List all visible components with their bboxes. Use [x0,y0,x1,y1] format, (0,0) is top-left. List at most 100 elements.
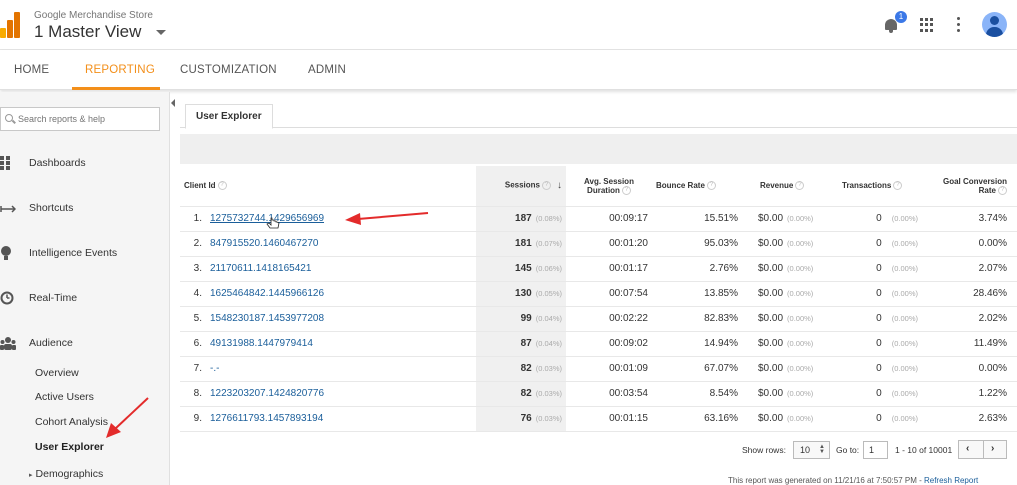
revenue-percent: (0.00%) [787,289,814,298]
goal-conversion-rate-cell: 11.49% [922,330,1017,356]
help-icon[interactable]: ? [998,185,1007,195]
bounce-rate-cell: 15.51% [652,205,742,231]
tab-admin[interactable]: ADMIN [308,64,346,76]
revenue-cell: $0.00 (0.00%) [742,405,822,432]
help-icon[interactable]: ? [893,181,903,191]
row-number: 5. [180,305,206,331]
avg-session-duration-cell: 00:01:09 [566,355,652,381]
transactions-value: 0 [876,238,882,249]
view-selector[interactable]: 1 Master View [34,22,141,42]
client-id-link[interactable]: 1276611793.1457893194 [210,413,323,424]
client-id-cell: 1223203207.1424820776 [206,380,476,406]
column-header-sessions[interactable]: Sessions? ↓ [476,166,566,206]
client-id-link[interactable]: 1275732744.1429656969 [210,213,324,224]
column-header-goal-conversion-rate[interactable]: Goal Conversion Rate? [922,166,1017,206]
goto-page-input[interactable]: 1 [863,441,888,459]
notification-count-badge[interactable]: 1 [895,11,907,23]
column-header-avg-session-duration[interactable]: Avg. Session Duration? [566,166,652,206]
sidebar-item-label: Dashboards [29,157,86,169]
sessions-cell: 130 (0.05%) [476,280,566,306]
revenue-cell: $0.00 (0.00%) [742,255,822,281]
goal-conversion-rate-cell: 2.63% [922,405,1017,432]
sessions-value: 145 [515,263,532,274]
revenue-cell: $0.00 (0.00%) [742,305,822,331]
view-dropdown-caret-icon[interactable] [156,30,166,35]
next-page-icon[interactable]: › [991,443,994,454]
pagination-range: 1 - 10 of 10001 [895,445,953,455]
apps-grid-icon[interactable] [920,18,934,32]
transactions-cell: 0 (0.00%) [822,205,922,231]
bounce-rate-cell: 63.16% [652,405,742,432]
transactions-cell: 0 (0.00%) [822,255,922,281]
client-id-cell: 49131988.1447979414 [206,330,476,356]
table-row: 5. 1548230187.1453977208 99 (0.04%) 00:02:22… [180,305,1017,331]
dashboards-grid-icon [0,156,10,170]
sidebar-item-audience[interactable]: Audience [0,334,170,354]
column-header-revenue[interactable]: Revenue? [742,166,822,206]
sessions-value: 130 [515,288,532,299]
lightbulb-icon [1,246,11,260]
sidebar-subitem-demographics[interactable]: ▸ Demographics [29,468,103,480]
sidebar-item-dashboards[interactable]: Dashboards [0,154,170,174]
client-id-link[interactable]: 21170611.1418165421 [210,263,311,274]
sidebar-item-shortcuts[interactable]: Shortcuts [0,199,170,219]
sidebar-subitem-cohort-analysis[interactable]: Cohort Analysis [35,416,108,428]
row-number: 6. [180,330,206,356]
column-header-bounce-rate[interactable]: Bounce Rate? [652,166,742,206]
client-id-link[interactable]: 1625464842.1445966126 [210,288,324,299]
help-icon[interactable]: ? [795,181,805,191]
avg-session-duration-cell: 00:01:15 [566,405,652,432]
previous-page-icon[interactable]: ‹ [966,443,969,454]
collapse-sidebar-icon[interactable] [171,99,175,107]
revenue-value: $0.00 [758,288,784,299]
avg-session-duration-cell: 00:01:17 [566,255,652,281]
sessions-percent: (0.03%) [535,389,562,398]
client-id-cell: 847915520.1460467270 [206,230,476,256]
more-options-icon[interactable] [957,17,961,33]
tab-user-explorer[interactable]: User Explorer [185,104,273,129]
help-icon[interactable]: ? [217,181,227,191]
sidebar-subitem-user-explorer[interactable]: User Explorer [35,441,104,453]
sessions-cell: 87 (0.04%) [476,330,566,356]
sessions-value: 76 [520,413,532,424]
column-header-transactions[interactable]: Transactions? [822,166,922,206]
tab-home[interactable]: HOME [14,64,49,76]
search-input[interactable] [18,111,156,127]
sidebar-subitem-active-users[interactable]: Active Users [35,391,94,403]
clock-icon [0,291,14,305]
sidebar-item-real-time[interactable]: Real-Time [0,289,170,309]
show-rows-label: Show rows: [742,445,786,455]
column-header-client-id[interactable]: Client Id? [180,166,476,206]
analytics-logo-icon[interactable] [0,12,20,38]
goto-label: Go to: [836,445,860,455]
client-id-link[interactable]: 49131988.1447979414 [210,338,313,349]
table-row: 3. 21170611.1418165421 145 (0.06%) 00:01:17 2… [180,255,1017,281]
sidebar-item-intelligence-events[interactable]: Intelligence Events [0,244,170,264]
column-header-label: Client Id [184,181,216,191]
revenue-value: $0.00 [758,263,784,274]
sidebar-item-label: Audience [29,337,73,349]
expand-caret-icon: ▸ [29,472,33,479]
sessions-value: 187 [515,213,532,224]
transactions-percent: (0.00%) [891,414,918,423]
column-header-label: Sessions [504,180,540,190]
search-box[interactable] [0,107,160,131]
user-avatar[interactable] [982,12,1007,37]
bounce-rate-cell: 82.83% [652,305,742,331]
tab-reporting[interactable]: REPORTING [85,64,155,76]
client-id-link[interactable]: 847915520.1460467270 [210,238,318,249]
client-id-link[interactable]: 1223203207.1424820776 [210,388,324,399]
refresh-report-link[interactable]: Refresh Report [924,476,978,485]
help-icon[interactable]: ? [621,185,631,195]
show-rows-select[interactable]: 10 ▲ ▼ [793,441,830,459]
tab-customization[interactable]: CUSTOMIZATION [180,64,277,76]
row-number: 9. [180,405,206,432]
sort-descending-icon[interactable]: ↓ [557,180,562,191]
sessions-percent: (0.07%) [535,239,562,248]
sidebar-subitem-overview[interactable]: Overview [35,367,79,379]
help-icon[interactable]: ? [706,181,716,191]
help-icon[interactable]: ? [542,181,551,191]
sidebar-item-label: Shortcuts [29,202,74,214]
client-id-link[interactable]: 1548230187.1453977208 [210,313,324,324]
client-id-link[interactable]: -.- [210,363,219,374]
